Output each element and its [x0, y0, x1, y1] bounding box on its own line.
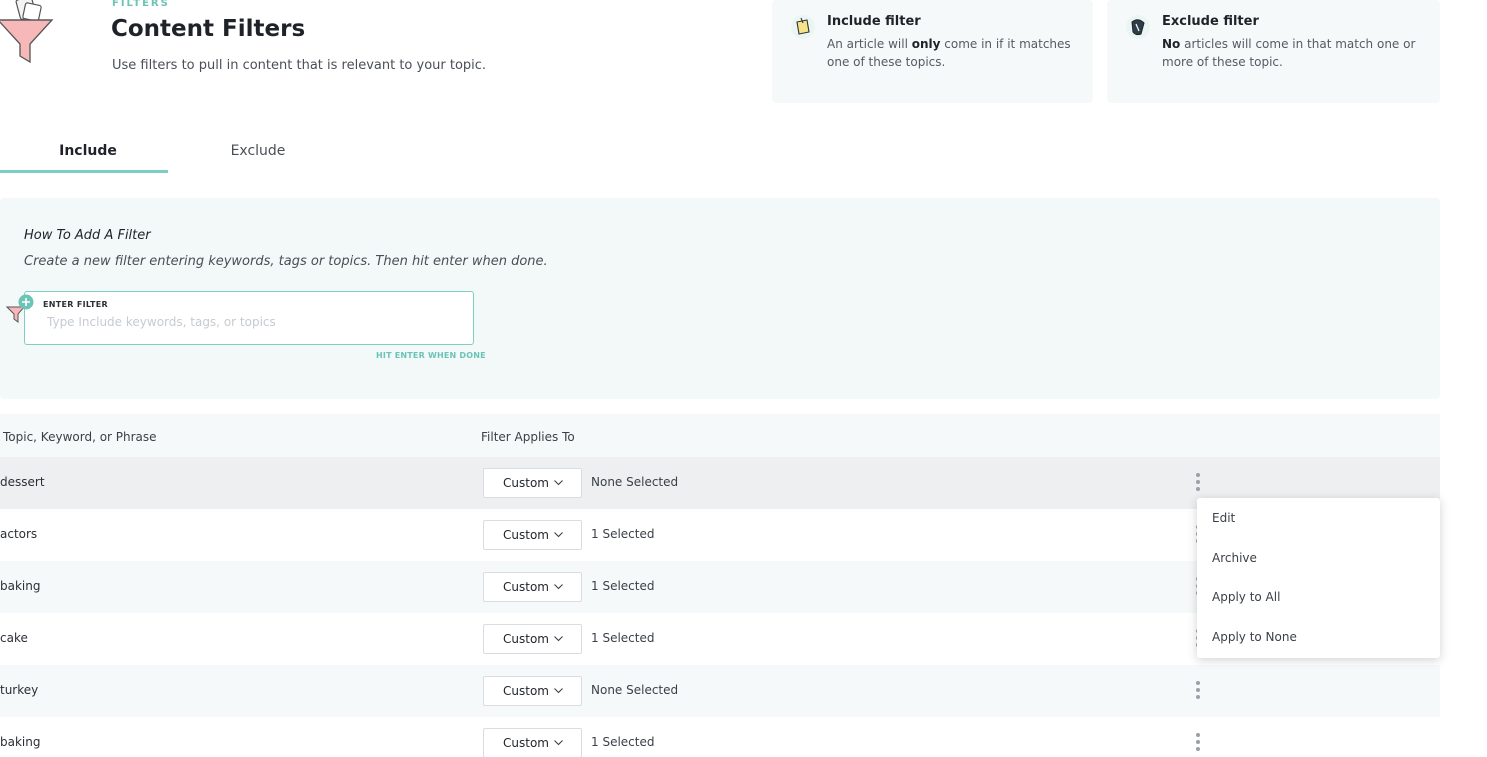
selection-count: 1 Selected [591, 579, 655, 593]
add-filter-panel: How To Add A Filter Create a new filter … [0, 198, 1440, 399]
add-filter-icon [6, 294, 34, 323]
filter-tabs: Include Exclude [0, 133, 1440, 173]
row-keyword: dessert [0, 475, 45, 489]
filter-input[interactable] [47, 315, 447, 329]
menu-item-apply-to-all[interactable]: Apply to All [1197, 584, 1440, 624]
howto-description: Create a new filter entering keywords, t… [24, 254, 548, 269]
chevron-down-icon [554, 740, 563, 746]
tab-exclude[interactable]: Exclude [174, 133, 342, 173]
tab-include[interactable]: Include [0, 133, 168, 173]
exclude-filter-title: Exclude filter [1162, 14, 1259, 29]
menu-item-archive[interactable]: Archive [1197, 545, 1440, 585]
filter-field-label: ENTER FILTER [43, 300, 108, 309]
selection-count: 1 Selected [591, 527, 655, 541]
exclude-filter-icon [1126, 15, 1150, 39]
column-header-applies-to: Filter Applies To [481, 430, 575, 444]
chevron-down-icon [554, 532, 563, 538]
row-menu-icon[interactable] [1193, 681, 1203, 701]
table-row: baking Custom 1 Selected [0, 717, 1440, 757]
applies-to-dropdown[interactable]: Custom [483, 468, 582, 498]
row-menu-icon[interactable] [1193, 473, 1203, 493]
applies-to-dropdown[interactable]: Custom [483, 728, 582, 757]
selection-count: None Selected [591, 683, 679, 697]
chevron-down-icon [554, 636, 563, 642]
page-title: Content Filters [111, 16, 306, 42]
exclude-filter-card: Exclude filter No articles will come in … [1107, 0, 1440, 103]
applies-to-dropdown[interactable]: Custom [483, 676, 582, 706]
exclude-filter-description: No articles will come in that match one … [1162, 37, 1416, 69]
chevron-down-icon [554, 584, 563, 590]
row-keyword: cake [0, 631, 28, 645]
column-header-topic: Topic, Keyword, or Phrase [3, 430, 157, 444]
row-keyword: baking [0, 579, 41, 593]
include-filter-card: Include filter An article will only come… [772, 0, 1093, 103]
applies-to-dropdown[interactable]: Custom [483, 520, 582, 550]
table-header: Topic, Keyword, or Phrase Filter Applies… [0, 414, 1440, 457]
include-filter-icon [791, 15, 815, 39]
selection-count: None Selected [591, 475, 679, 489]
selection-count: 1 Selected [591, 631, 655, 645]
include-filter-description: An article will only come in if it match… [827, 37, 1071, 69]
selection-count: 1 Selected [591, 735, 655, 749]
row-keyword: baking [0, 735, 41, 749]
include-filter-title: Include filter [827, 14, 921, 29]
row-menu-icon[interactable] [1193, 733, 1203, 753]
hit-enter-hint: HIT ENTER WHEN DONE [376, 351, 486, 360]
row-context-menu: Edit Archive Apply to All Apply to None [1197, 498, 1440, 658]
howto-title: How To Add A Filter [24, 228, 151, 243]
menu-item-edit[interactable]: Edit [1197, 505, 1440, 545]
row-keyword: actors [0, 527, 38, 541]
chevron-down-icon [554, 480, 563, 486]
row-keyword: turkey [0, 683, 39, 697]
applies-to-dropdown[interactable]: Custom [483, 572, 582, 602]
table-row: turkey Custom None Selected [0, 665, 1440, 717]
funnel-logo-icon [0, 0, 54, 64]
menu-item-apply-to-none[interactable]: Apply to None [1197, 624, 1440, 664]
chevron-down-icon [554, 688, 563, 694]
applies-to-dropdown[interactable]: Custom [483, 624, 582, 654]
page-subtitle: Use filters to pull in content that is r… [112, 58, 487, 73]
filter-field[interactable]: ENTER FILTER [24, 291, 474, 345]
page-eyebrow: FILTERS [112, 0, 170, 9]
